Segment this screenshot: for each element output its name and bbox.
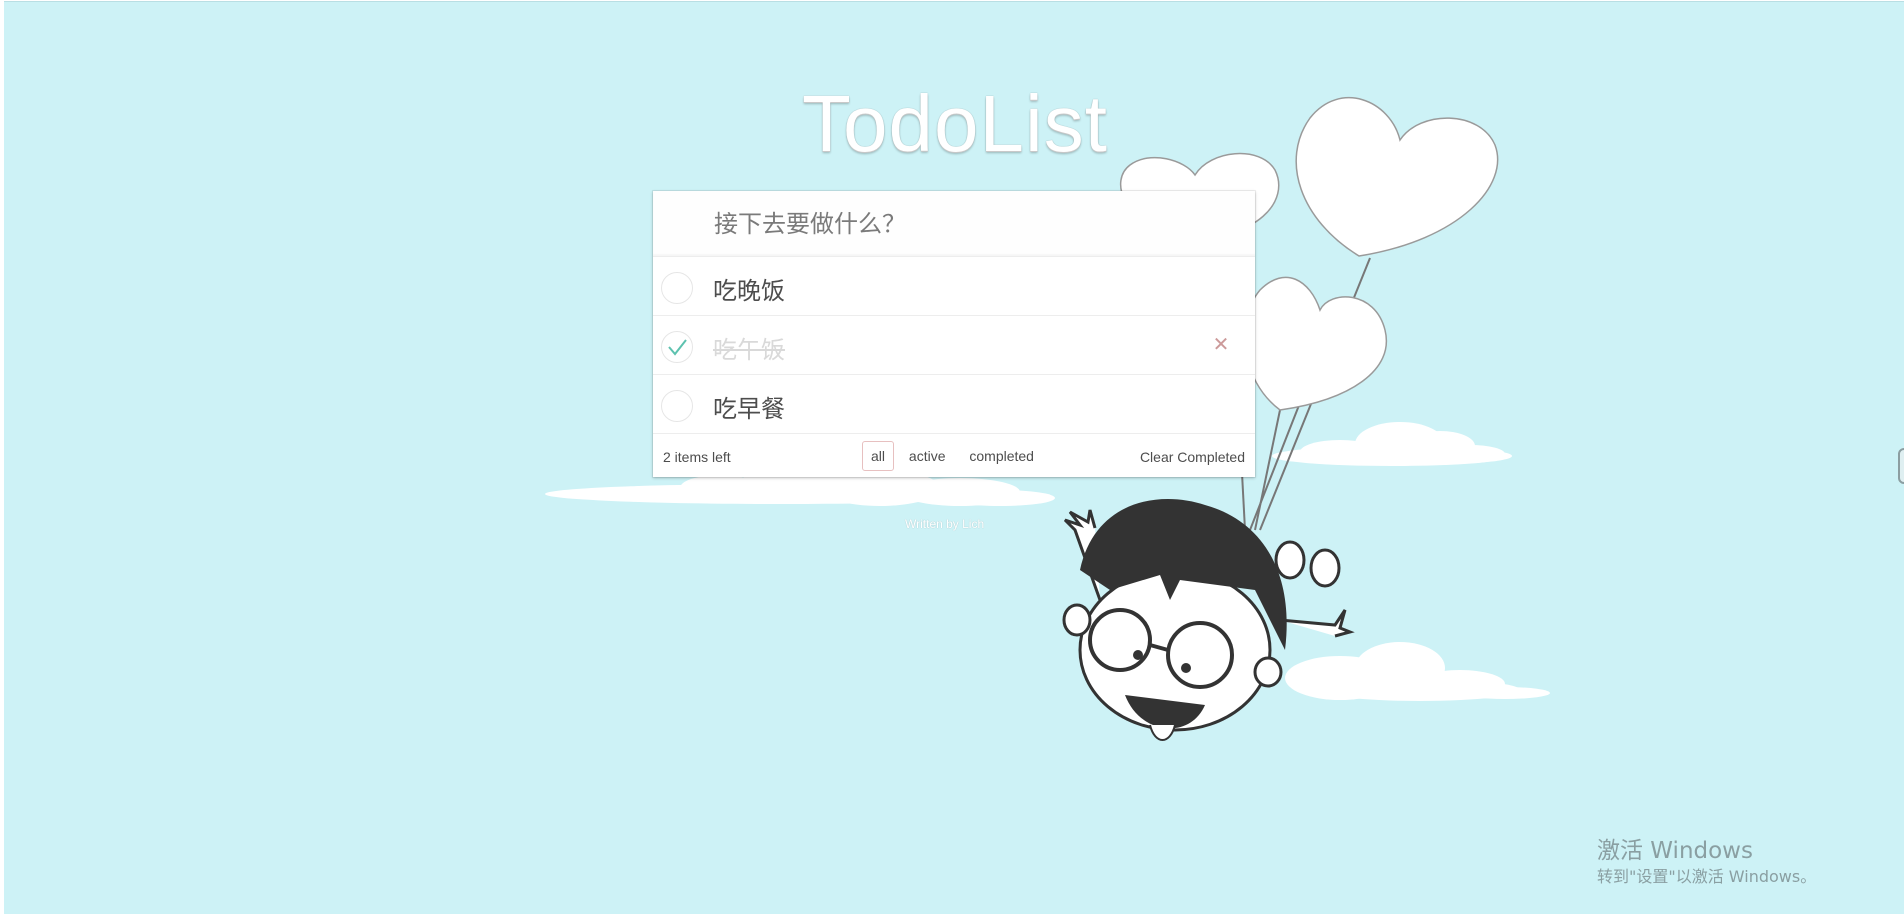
app-title: TodoList <box>802 79 1108 168</box>
check-icon <box>668 339 687 356</box>
todo-toggle[interactable] <box>661 272 693 304</box>
todo-label[interactable]: 吃早餐 <box>713 389 785 424</box>
new-todo-input[interactable] <box>653 191 1255 257</box>
credit-text: Written by Lich <box>905 517 985 531</box>
todo-label[interactable]: 吃晚饭 <box>713 271 785 306</box>
todo-label[interactable]: 吃午饭 <box>713 330 785 365</box>
items-left-count: 2 items left <box>663 449 731 465</box>
todo-item[interactable]: 吃早餐 <box>653 375 1255 434</box>
watermark-subtitle: 转到"设置"以激活 Windows。 <box>1597 867 1817 886</box>
todo-toggle[interactable] <box>661 331 693 363</box>
filter-all[interactable]: all <box>862 441 895 471</box>
close-icon[interactable]: ✕ <box>1209 333 1233 357</box>
filter-active[interactable]: active <box>900 441 955 471</box>
watermark-title: 激活 Windows <box>1597 838 1753 864</box>
filter-completed[interactable]: completed <box>960 441 1043 471</box>
scroll-handle[interactable] <box>1898 448 1904 484</box>
todo-item[interactable]: 吃午饭 ✕ <box>653 316 1255 375</box>
todo-item[interactable]: 吃晚饭 <box>653 257 1255 316</box>
todo-toggle[interactable] <box>661 390 693 422</box>
windows-activation-watermark: 激活 Windows 转到"设置"以激活 Windows。 <box>1597 836 1816 888</box>
todo-app: 吃晚饭 吃午饭 ✕ 吃早餐 2 items left all active co… <box>653 191 1255 477</box>
filters: all active completed <box>862 441 1045 471</box>
clear-completed-button[interactable]: Clear Completed <box>1140 449 1245 465</box>
todo-footer: 2 items left all active completed Clear … <box>653 435 1255 477</box>
